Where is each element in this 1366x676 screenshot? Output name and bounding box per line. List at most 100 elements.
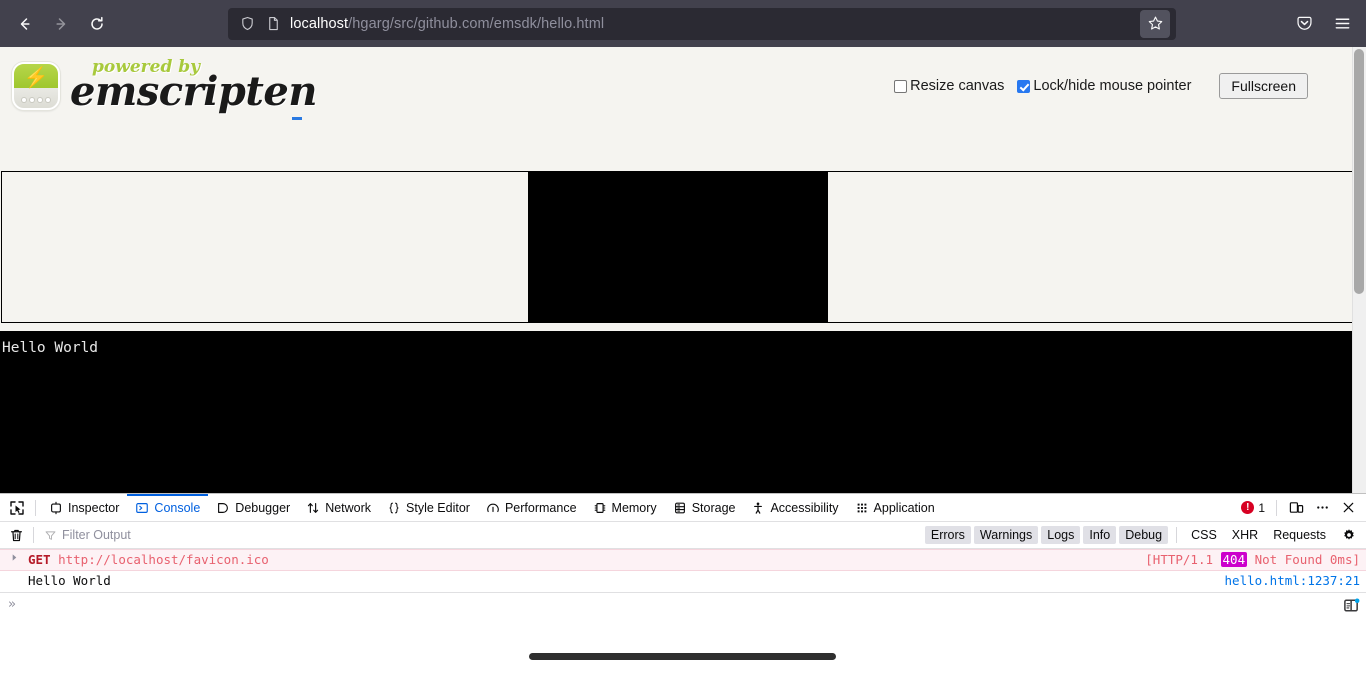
filter-input-placeholder: Filter Output <box>62 528 131 542</box>
page-viewport: ⚡ powered by emscripten Resize canvas Lo… <box>0 47 1366 493</box>
debugger-icon <box>216 501 230 515</box>
devtools-more-menu-button[interactable] <box>1310 496 1334 520</box>
status-suffix: Not Found 0ms] <box>1247 552 1360 567</box>
filter-xhr-button[interactable]: XHR <box>1226 526 1264 544</box>
tab-performance[interactable]: Performance <box>478 494 585 522</box>
webgl-canvas[interactable] <box>528 172 828 322</box>
tab-accessibility-label: Accessibility <box>770 501 838 515</box>
filter-requests-button[interactable]: Requests <box>1267 526 1332 544</box>
tab-network-label: Network <box>325 501 371 515</box>
forward-button[interactable] <box>44 7 78 41</box>
responsive-design-mode-button[interactable] <box>1284 496 1308 520</box>
tab-inspector-label: Inspector <box>68 501 119 515</box>
reload-icon <box>88 15 106 33</box>
app-menu-button[interactable] <box>1326 8 1358 40</box>
fullscreen-button[interactable]: Fullscreen <box>1219 73 1308 99</box>
tab-performance-label: Performance <box>505 501 577 515</box>
tab-memory[interactable]: Memory <box>585 494 665 522</box>
emscripten-logo: ⚡ powered by emscripten <box>12 59 317 112</box>
console-filter-buttons: Errors Warnings Logs Info Debug CSS XHR … <box>925 526 1332 544</box>
application-grid-icon <box>855 501 869 515</box>
loading-progress-bar <box>292 117 302 120</box>
resize-canvas-checkbox[interactable] <box>894 80 907 93</box>
page-vertical-scrollbar[interactable] <box>1352 47 1366 493</box>
devtools-panel: Inspector Console Debugger Network <box>0 493 1366 676</box>
lock-pointer-control[interactable]: Lock/hide mouse pointer <box>1017 78 1191 94</box>
storage-database-icon <box>673 501 687 515</box>
tab-console[interactable]: Console <box>127 494 208 522</box>
tab-storage-label: Storage <box>692 501 736 515</box>
filter-info-button[interactable]: Info <box>1083 526 1116 544</box>
element-picker-button[interactable] <box>4 496 30 520</box>
filter-warnings-button[interactable]: Warnings <box>974 526 1038 544</box>
pocket-button[interactable] <box>1288 8 1320 40</box>
back-button[interactable] <box>8 7 42 41</box>
program-output-textarea[interactable]: Hello World <box>0 331 1366 493</box>
page-scrollbar-thumb[interactable] <box>1354 49 1364 294</box>
error-count-badge[interactable]: ! 1 <box>1237 501 1269 515</box>
address-bar[interactable]: localhost/hgarg/src/github.com/emsdk/hel… <box>228 8 1176 40</box>
url-host: localhost <box>290 16 348 32</box>
page-info-button[interactable] <box>260 11 286 37</box>
bookmark-button[interactable] <box>1140 10 1170 38</box>
arrow-right-icon <box>52 15 70 33</box>
lock-pointer-checkbox[interactable] <box>1017 80 1030 93</box>
toolbar-divider <box>35 500 36 516</box>
toolbar-divider-right <box>1276 500 1277 516</box>
split-console-button[interactable] <box>1340 594 1362 616</box>
inspector-icon <box>49 501 63 515</box>
filter-css-button[interactable]: CSS <box>1185 526 1223 544</box>
devtools-tab-bar: Inspector Console Debugger Network <box>0 494 1366 522</box>
element-picker-icon <box>9 500 25 516</box>
log-row-gutter <box>0 573 28 574</box>
tab-debugger[interactable]: Debugger <box>208 494 298 522</box>
tab-storage[interactable]: Storage <box>665 494 744 522</box>
reload-button[interactable] <box>80 7 114 41</box>
console-log-source-link[interactable]: hello.html:1237:21 <box>1225 573 1360 589</box>
tab-accessibility[interactable]: Accessibility <box>743 494 846 522</box>
site-security-shield[interactable] <box>234 11 260 37</box>
emscripten-wordmark-text: emscripten <box>70 72 317 112</box>
console-row-log[interactable]: Hello World hello.html:1237:21 <box>0 571 1366 592</box>
url-path: /hgarg/src/github.com/emsdk/hello.html <box>348 16 604 32</box>
funnel-filter-icon <box>44 529 57 542</box>
browser-toolbar-right <box>1288 8 1358 40</box>
memory-chip-icon <box>593 501 607 515</box>
filter-errors-button[interactable]: Errors <box>925 526 971 544</box>
accessibility-person-icon <box>751 501 765 515</box>
tab-style-editor[interactable]: Style Editor <box>379 494 478 522</box>
tab-application[interactable]: Application <box>847 494 943 522</box>
expand-triangle-right-icon[interactable] <box>0 552 28 562</box>
error-circle-icon: ! <box>1241 501 1254 514</box>
split-console-icon <box>1343 597 1360 614</box>
filter-debug-button[interactable]: Debug <box>1119 526 1168 544</box>
tab-network[interactable]: Network <box>298 494 379 522</box>
canvas-controls: Resize canvas Lock/hide mouse pointer Fu… <box>894 73 1308 99</box>
resize-canvas-control[interactable]: Resize canvas <box>894 78 1004 94</box>
page-header: ⚡ powered by emscripten Resize canvas Lo… <box>0 47 1366 124</box>
console-filter-bar: Filter Output Errors Warnings Logs Info … <box>0 522 1366 549</box>
filter-buttons-divider <box>1176 527 1177 543</box>
filter-logs-button[interactable]: Logs <box>1041 526 1080 544</box>
devtools-close-button[interactable] <box>1336 496 1360 520</box>
resize-canvas-label: Resize canvas <box>910 78 1004 94</box>
console-settings-button[interactable] <box>1338 524 1360 546</box>
console-row-error[interactable]: GET http://localhost/favicon.ico [HTTP/1… <box>0 549 1366 571</box>
horizontal-scrollbar[interactable] <box>529 653 836 660</box>
canvas-container <box>1 171 1353 323</box>
tab-console-label: Console <box>154 501 200 515</box>
url-text[interactable]: localhost/hgarg/src/github.com/emsdk/hel… <box>286 16 1138 32</box>
logo-dots <box>14 98 58 102</box>
clear-console-button[interactable] <box>4 524 28 546</box>
tab-inspector[interactable]: Inspector <box>41 494 127 522</box>
console-icon <box>135 501 149 515</box>
filter-input[interactable]: Filter Output <box>39 528 925 542</box>
output-line: Hello World <box>2 339 1364 357</box>
console-command-input[interactable]: » <box>0 592 1366 616</box>
arrow-left-icon <box>16 15 34 33</box>
lock-pointer-label: Lock/hide mouse pointer <box>1033 78 1191 94</box>
close-x-icon <box>1341 500 1356 515</box>
console-error-status: [HTTP/1.1 404 Not Found 0ms] <box>1145 552 1360 568</box>
error-count-label: 1 <box>1258 501 1265 515</box>
emscripten-logo-tile: ⚡ <box>12 62 60 110</box>
